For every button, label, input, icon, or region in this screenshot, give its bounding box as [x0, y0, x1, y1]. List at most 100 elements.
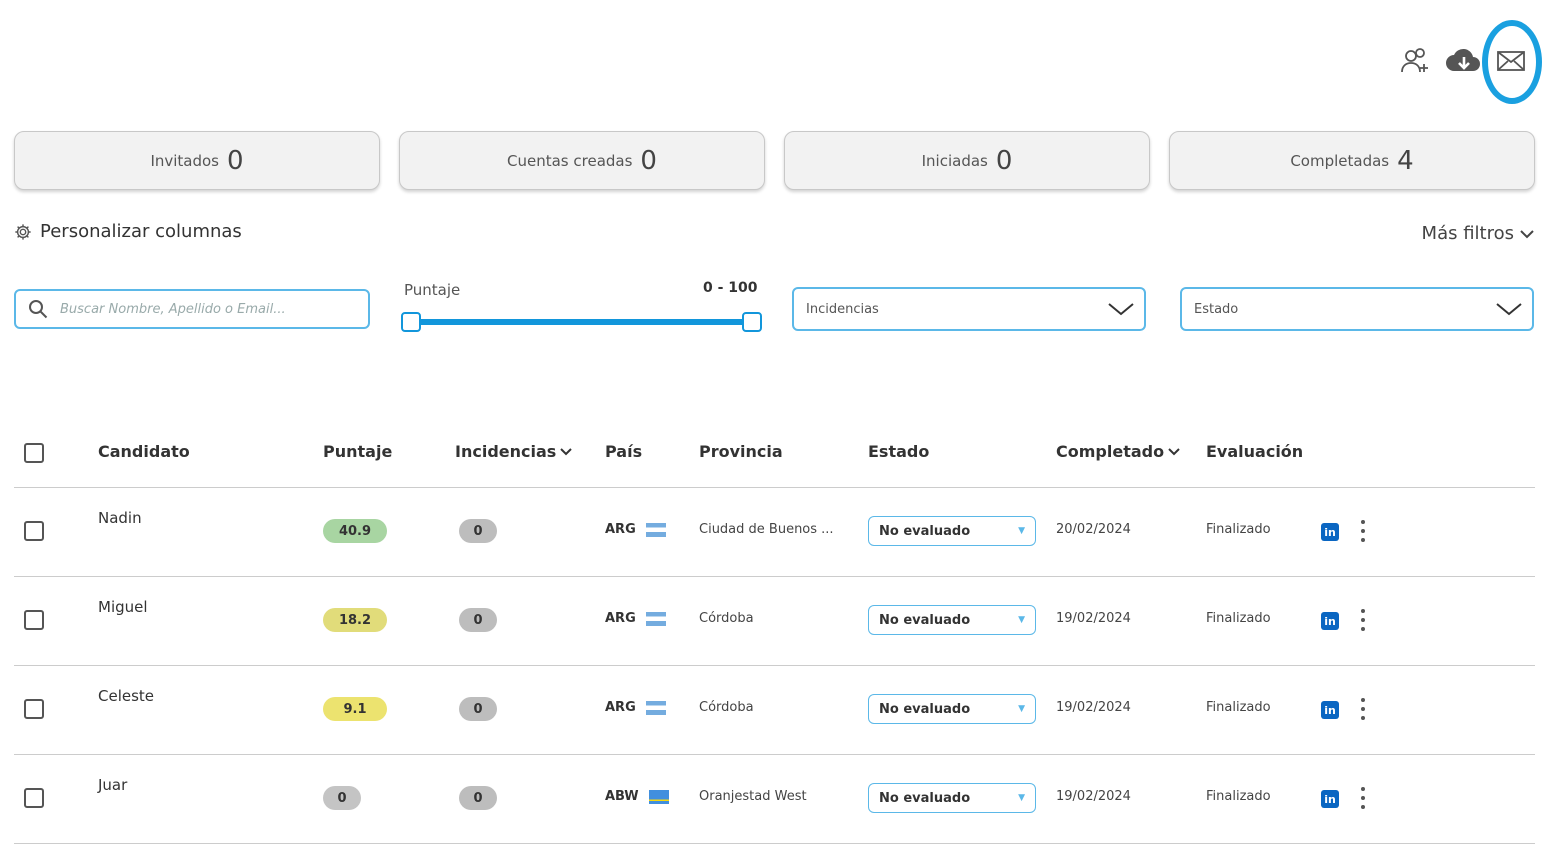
score-range-min-handle[interactable]: [401, 312, 421, 332]
province-cell: Ciudad de Buenos ...: [699, 522, 834, 537]
column-header-label: Incidencias: [455, 442, 557, 461]
more-options-icon[interactable]: [1358, 787, 1368, 809]
stat-label: Completadas: [1290, 151, 1390, 170]
country-cell: ARG: [605, 700, 666, 715]
caret-down-icon: ▼: [1018, 526, 1025, 536]
column-header-label: Candidato: [98, 442, 190, 461]
caret-down-icon: ▼: [1018, 615, 1025, 625]
column-header-label: Evaluación: [1206, 442, 1304, 461]
stat-value: 0: [227, 145, 244, 176]
flag-argentina-icon: [645, 700, 666, 715]
status-dropdown[interactable]: Estado: [1180, 287, 1534, 331]
province-cell: Córdoba: [699, 611, 754, 626]
candidate-name[interactable]: Celeste: [98, 687, 154, 705]
stat-card-invited[interactable]: Invitados 0: [14, 131, 380, 190]
completed-date: 19/02/2024: [1056, 611, 1131, 626]
column-header-completed[interactable]: Completado: [1056, 442, 1180, 461]
stat-value: 4: [1397, 145, 1414, 176]
more-filters-button[interactable]: Más filtros: [1422, 223, 1534, 244]
evaluation-status-select[interactable]: No evaluado ▼: [868, 694, 1036, 724]
more-options-icon[interactable]: [1358, 609, 1368, 631]
incidents-badge[interactable]: 0: [459, 608, 497, 632]
completed-date: 20/02/2024: [1056, 522, 1131, 537]
column-header-country[interactable]: País: [605, 442, 642, 461]
search-field[interactable]: [14, 289, 370, 329]
stat-label: Cuentas creadas: [507, 151, 633, 170]
more-options-icon[interactable]: [1358, 698, 1368, 720]
score-badge: 18.2: [323, 608, 387, 632]
evaluation-status-value: No evaluado: [879, 523, 971, 539]
evaluation-status-value: No evaluado: [879, 790, 971, 806]
evaluation-status-select[interactable]: No evaluado ▼: [868, 605, 1036, 635]
candidate-name[interactable]: Juar: [98, 776, 127, 794]
evaluation-cell: Finalizado: [1206, 789, 1271, 804]
personalize-columns-label: Personalizar columnas: [40, 221, 242, 242]
cloud-download-icon[interactable]: [1445, 42, 1483, 80]
row-divider: [14, 665, 1535, 666]
score-badge: 0: [323, 786, 361, 810]
select-all-checkbox[interactable]: [24, 443, 44, 463]
linkedin-icon[interactable]: in: [1321, 701, 1339, 719]
row-checkbox[interactable]: [24, 521, 44, 541]
linkedin-icon[interactable]: in: [1321, 790, 1339, 808]
score-range-max-handle[interactable]: [742, 312, 762, 332]
stat-card-completed[interactable]: Completadas 4: [1169, 131, 1535, 190]
linkedin-icon[interactable]: in: [1321, 523, 1339, 541]
flag-argentina-icon: [645, 611, 666, 626]
incidents-badge[interactable]: 0: [459, 786, 497, 810]
score-range-track[interactable]: [410, 319, 752, 325]
status-dropdown-label: Estado: [1194, 301, 1239, 317]
incidents-badge[interactable]: 0: [459, 697, 497, 721]
stat-card-accounts[interactable]: Cuentas creadas 0: [399, 131, 765, 190]
chevron-down-icon: [1496, 303, 1522, 316]
flag-argentina-icon: [645, 522, 666, 537]
column-header-province[interactable]: Provincia: [699, 442, 783, 461]
candidate-name[interactable]: Miguel: [98, 598, 148, 616]
envelope-icon[interactable]: [1492, 42, 1530, 80]
completed-date: 19/02/2024: [1056, 700, 1131, 715]
column-header-incidents[interactable]: Incidencias: [455, 442, 573, 461]
stat-label: Invitados: [150, 151, 219, 170]
linkedin-icon[interactable]: in: [1321, 612, 1339, 630]
chevron-down-icon: [1108, 303, 1134, 316]
row-checkbox[interactable]: [24, 610, 44, 630]
column-header-status[interactable]: Estado: [868, 442, 929, 461]
chevron-down-icon: [560, 447, 573, 455]
incidents-dropdown[interactable]: Incidencias: [792, 287, 1146, 331]
score-badge: 9.1: [323, 697, 387, 721]
add-user-icon[interactable]: [1396, 42, 1434, 80]
search-input[interactable]: [58, 300, 352, 318]
personalize-columns-button[interactable]: Personalizar columnas: [14, 221, 242, 242]
province-cell: Córdoba: [699, 700, 754, 715]
stat-label: Iniciadas: [921, 151, 988, 170]
evaluation-cell: Finalizado: [1206, 611, 1271, 626]
incidents-dropdown-label: Incidencias: [806, 301, 879, 317]
completed-date: 19/02/2024: [1056, 789, 1131, 804]
column-header-label: Provincia: [699, 442, 783, 461]
column-header-candidate[interactable]: Candidato: [98, 442, 190, 461]
row-checkbox[interactable]: [24, 788, 44, 808]
evaluation-cell: Finalizado: [1206, 700, 1271, 715]
column-header-score[interactable]: Puntaje: [323, 442, 392, 461]
stat-value: 0: [640, 145, 657, 176]
score-range-value: 0 - 100: [703, 280, 758, 296]
column-header-label: Completado: [1056, 442, 1165, 461]
incidents-badge[interactable]: 0: [459, 519, 497, 543]
candidate-name[interactable]: Nadin: [98, 509, 142, 527]
row-checkbox[interactable]: [24, 699, 44, 719]
score-badge: 40.9: [323, 519, 387, 543]
stat-value: 0: [995, 145, 1013, 176]
divider: [14, 487, 1535, 488]
country-cell: ARG: [605, 522, 666, 537]
country-cell: ARG: [605, 611, 666, 626]
more-filters-label: Más filtros: [1421, 223, 1514, 244]
flag-aruba-icon: [648, 789, 669, 804]
evaluation-status-select[interactable]: No evaluado ▼: [868, 783, 1036, 813]
stat-card-started[interactable]: Iniciadas 0: [784, 131, 1150, 190]
chevron-down-icon: [1520, 229, 1534, 238]
evaluation-status-value: No evaluado: [879, 612, 971, 628]
evaluation-status-select[interactable]: No evaluado ▼: [868, 516, 1036, 546]
row-divider: [14, 576, 1535, 577]
column-header-evaluation[interactable]: Evaluación: [1206, 442, 1303, 461]
more-options-icon[interactable]: [1358, 520, 1368, 542]
